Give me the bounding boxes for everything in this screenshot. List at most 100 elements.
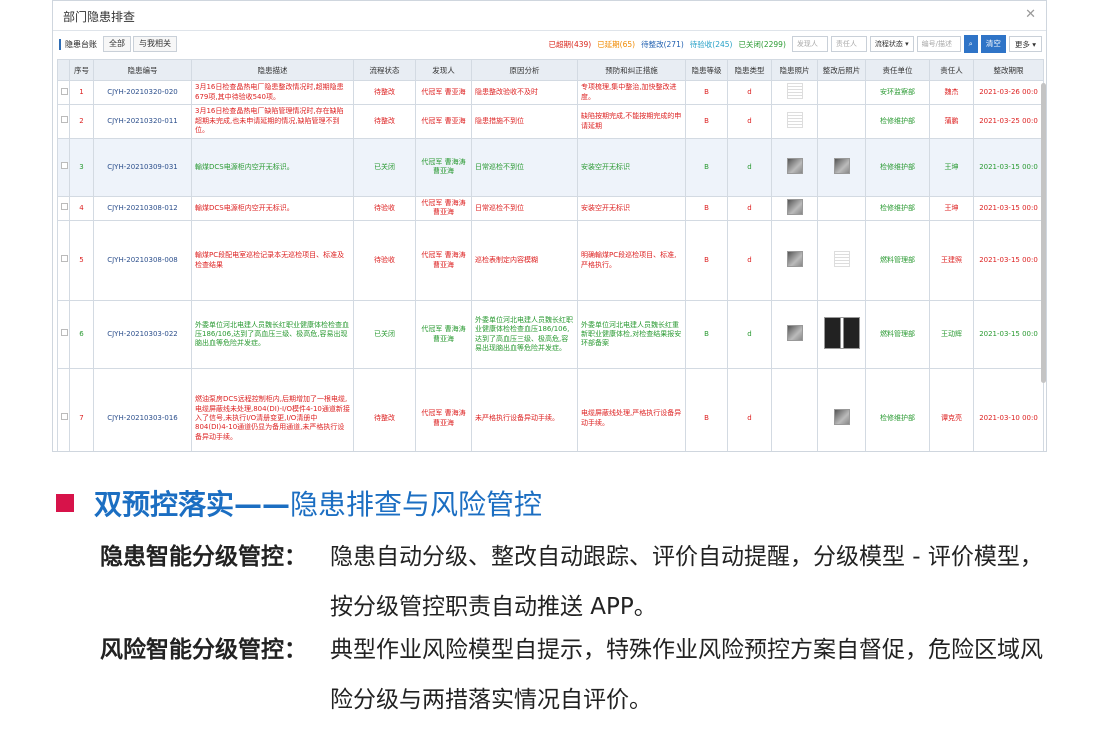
- column-header[interactable]: 序号: [69, 59, 94, 81]
- cell-unit: 检修维护部: [865, 137, 930, 197]
- photo-thumbnail[interactable]: [786, 111, 803, 128]
- column-header[interactable]: 整改后照片: [817, 59, 866, 81]
- row-checkbox[interactable]: [61, 255, 68, 263]
- row-checkbox-cell: [57, 368, 70, 451]
- row-checkbox[interactable]: [61, 413, 68, 421]
- column-header[interactable]: 预防和纠正措施: [577, 59, 686, 81]
- cell-index: 1: [69, 79, 94, 106]
- cell-finder: 代冠军 曹海涛 曹亚海: [415, 195, 472, 222]
- column-header[interactable]: 责任单位: [865, 59, 930, 81]
- table-row[interactable]: 5 CJYH-20210308-008 輸煤PC段配电室巡检记录本无巡检项目、标准及…: [57, 220, 1044, 302]
- close-icon[interactable]: ✕: [1025, 7, 1036, 22]
- photo-thumbnail[interactable]: [833, 157, 850, 174]
- cell-index: 6: [69, 300, 94, 370]
- column-header[interactable]: 隐患描述: [191, 59, 354, 81]
- row-checkbox[interactable]: [61, 329, 68, 337]
- row-checkbox[interactable]: [61, 203, 68, 211]
- column-header[interactable]: 隐患照片: [771, 59, 818, 81]
- table-row[interactable]: 1 CJYH-20210320-020 3月16日检查晶热电厂隐患整改情况时,超期隐…: [57, 79, 1044, 106]
- photo-thumbnail[interactable]: [786, 324, 803, 341]
- clear-button[interactable]: 清空: [980, 35, 1006, 53]
- column-header[interactable]: 流程状态: [353, 59, 416, 81]
- column-header[interactable]: 整改期限: [973, 59, 1044, 81]
- cell-hazard-photo: [771, 368, 818, 451]
- table-row[interactable]: 7 CJYH-20210303-016 燃油泵房DCS远程控制柜内,后期增加了一根电…: [57, 368, 1044, 451]
- row-checkbox[interactable]: [61, 116, 68, 124]
- cell-owner: 魏杰: [929, 79, 974, 106]
- stat-to-rectify[interactable]: 待整改(271): [641, 39, 684, 50]
- table-header-row: 序号 隐患编号 隐患描述 流程状态 发现人 原因分析 预防和纠正措施 隐患等级 隐患类型 隐患照片…: [57, 59, 1044, 81]
- finder-input[interactable]: 发现人: [791, 36, 828, 52]
- cell-hazard-code: CJYH-20210320-020: [93, 79, 192, 106]
- column-header[interactable]: 原因分析: [471, 59, 578, 81]
- cell-description: 3月16日检查晶热电厂隐患整改情况时,超期隐患679项,其中待验收540项。: [191, 79, 354, 106]
- column-header[interactable]: 责任人: [929, 59, 974, 81]
- tab-mine[interactable]: 与我相关: [133, 36, 177, 52]
- row-checkbox[interactable]: [61, 162, 68, 170]
- table-row[interactable]: 6 CJYH-20210303-022 外委单位河北电建人员魏长红职业健康体检检查血…: [57, 300, 1044, 370]
- more-label: 更多: [1014, 40, 1030, 49]
- cell-hazard-code: CJYH-20210308-008: [93, 220, 192, 302]
- row-checkbox[interactable]: [61, 87, 68, 95]
- column-header[interactable]: 隐患等级: [685, 59, 728, 81]
- photo-thumbnail[interactable]: [833, 408, 850, 425]
- cell-index: 4: [69, 195, 94, 222]
- stat-closed[interactable]: 已关闭(2299): [738, 39, 785, 50]
- header-checkbox-cell: [57, 59, 70, 81]
- stat-delayed[interactable]: 已延期(65): [597, 39, 635, 50]
- cell-hazard-code: CJYH-20210320-011: [93, 104, 192, 139]
- cell-after-photo: [817, 300, 866, 370]
- cell-type: d: [727, 300, 772, 370]
- cell-owner: 蒲鹏: [929, 104, 974, 139]
- photo-thumbnail[interactable]: [786, 198, 803, 215]
- column-header[interactable]: 隐患编号: [93, 59, 192, 81]
- search-button[interactable]: ⌕: [963, 35, 978, 53]
- cell-hazard-photo: [771, 137, 818, 197]
- row-checkbox-cell: [57, 137, 70, 197]
- cell-level: B: [685, 300, 728, 370]
- table-row[interactable]: 2 CJYH-20210320-011 3月16日检查晶热电厂缺陷管理情况时,存在缺…: [57, 104, 1044, 139]
- search-input[interactable]: 编号/描述: [916, 36, 961, 52]
- heading-bullet-square: [56, 494, 74, 512]
- cell-hazard-code: CJYH-20210309-031: [93, 137, 192, 197]
- more-button[interactable]: 更多 ▾: [1008, 36, 1042, 52]
- owner-input[interactable]: 责任人: [830, 36, 867, 52]
- section-heading: 双预控落实—— 隐患排查与风险管控: [56, 483, 542, 523]
- tab-all[interactable]: 全部: [103, 36, 131, 52]
- heading-regular: 隐患排查与风险管控: [290, 488, 543, 521]
- column-header[interactable]: 发现人: [415, 59, 472, 81]
- cell-measure: 安装空开无标识: [577, 137, 686, 197]
- photo-thumbnail[interactable]: [786, 83, 803, 99]
- cell-deadline: 2021-03-25 00:0: [973, 104, 1044, 139]
- table-row[interactable]: 3 CJYH-20210309-031 輸煤DCS电源柜内空开无标识。 已关闭 代冠军 …: [57, 137, 1044, 197]
- cell-cause: 未严格执行设备异动手续。: [471, 368, 578, 451]
- status-select[interactable]: 流程状态 ▾: [869, 36, 914, 52]
- photo-thumbnail[interactable]: [823, 316, 860, 349]
- cell-deadline: 2021-03-15 00:0: [973, 137, 1044, 197]
- cell-after-photo: [817, 79, 866, 106]
- cell-level: B: [685, 104, 728, 139]
- row-checkbox-cell: [57, 79, 70, 106]
- cell-unit: 检修维护部: [865, 195, 930, 222]
- cell-type: d: [727, 368, 772, 451]
- cell-level: B: [685, 368, 728, 451]
- stat-overdue[interactable]: 已超期(439): [549, 39, 592, 50]
- cell-owner: 谭克亮: [929, 368, 974, 451]
- chevron-down-icon: ▾: [905, 40, 909, 48]
- table-scrollbar[interactable]: [1041, 83, 1046, 383]
- hazard-window: 部门隐患排查 ✕ 隐患台账 全部 与我相关 已超期(439) 已延期(65) 待…: [52, 0, 1047, 452]
- photo-thumbnail[interactable]: [833, 250, 850, 267]
- cell-after-photo: [817, 195, 866, 222]
- cell-description: 外委单位河北电建人员魏长红职业健康体检检查血压186/106,达到了高血压三级、…: [191, 300, 354, 370]
- cell-status: 已关闭: [353, 137, 416, 197]
- stat-to-accept[interactable]: 待验收(245): [690, 39, 733, 50]
- feature-text: 典型作业风险模型自提示，特殊作业风险预控方案自督促，危险区域风险分级与两措落实情…: [330, 637, 1043, 713]
- photo-thumbnail[interactable]: [786, 250, 803, 267]
- table-row[interactable]: 4 CJYH-20210308-012 輸煤DCS电源柜内空开无标识。 待验收 代冠军 …: [57, 195, 1044, 222]
- photo-thumbnail[interactable]: [786, 157, 803, 174]
- column-header[interactable]: 隐患类型: [727, 59, 772, 81]
- cell-cause: 日常巡检不到位: [471, 137, 578, 197]
- cell-finder: 代冠军 曹海涛 曹亚海: [415, 220, 472, 302]
- cell-measure: 外委单位河北电建人员魏长红重新职业健康体检,对检查结果报安环部备案: [577, 300, 686, 370]
- cell-after-photo: [817, 104, 866, 139]
